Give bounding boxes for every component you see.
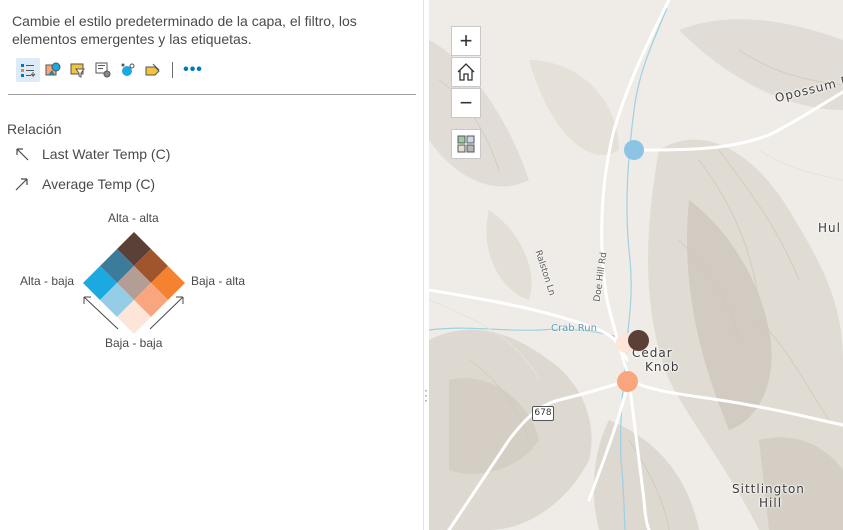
clustering-button[interactable]	[116, 58, 140, 82]
labels-icon	[145, 63, 160, 76]
styles-icon	[45, 62, 61, 76]
basemap-gallery-button[interactable]	[451, 129, 481, 159]
clustering-icon	[121, 63, 135, 76]
legend-field-1: Last Water Temp (C)	[14, 146, 170, 162]
styles-button[interactable]	[41, 58, 65, 82]
toolbar-separator	[172, 62, 173, 78]
zoom-in-icon: +	[459, 28, 473, 53]
zoom-out-icon: −	[459, 90, 473, 115]
legend-list-icon	[21, 64, 36, 78]
map-basemap	[429, 0, 843, 530]
arrow-up-left-icon	[16, 148, 29, 161]
arrow-up-right-icon	[15, 178, 28, 191]
legend-color-grid	[83, 232, 185, 334]
legend-field-2: Average Temp (C)	[14, 176, 155, 192]
panel-divider	[8, 94, 416, 95]
home-button[interactable]	[451, 57, 481, 87]
legend-list-button[interactable]	[16, 58, 40, 82]
map-view[interactable]: + − Ralston Ln Doe Hill Rd Crab Run 678 …	[429, 0, 843, 530]
filter-icon	[70, 63, 85, 78]
zoom-out-button[interactable]: −	[451, 88, 481, 118]
relationship-title: Relación	[7, 121, 62, 137]
place-label-knob: Knob	[645, 360, 680, 374]
more-options-button[interactable]: •••	[181, 58, 205, 82]
legend-field-1-label: Last Water Temp (C)	[42, 146, 171, 162]
layer-style-panel: Cambie el estilo predeterminado de la ca…	[0, 0, 423, 530]
map-point-4[interactable]	[617, 371, 638, 392]
zoom-in-button[interactable]: +	[451, 26, 481, 56]
stream-label-crab-run: Crab Run	[551, 323, 597, 334]
style-toolbar: •••	[16, 58, 206, 82]
home-icon	[457, 63, 475, 81]
place-label-hul: Hul	[818, 221, 841, 235]
map-point-1[interactable]	[624, 140, 644, 160]
panel-description: Cambie el estilo predeterminado de la ca…	[12, 13, 357, 47]
relationship-legend: Alta - alta Alta - baja Baja - alta Baja…	[0, 205, 260, 355]
map-point-3[interactable]	[628, 330, 649, 351]
popups-icon	[95, 62, 111, 78]
legend-field-2-label: Average Temp (C)	[42, 176, 156, 192]
basemap-gallery-icon	[457, 135, 475, 153]
filter-button[interactable]	[66, 58, 90, 82]
route-shield: 678	[532, 406, 554, 421]
place-label-sittlington: Sittlington	[732, 482, 805, 496]
place-label-hill: Hill	[759, 496, 783, 510]
labels-button[interactable]	[141, 58, 165, 82]
popups-button[interactable]	[91, 58, 115, 82]
splitter-grip-icon[interactable]: · · ·	[424, 384, 428, 406]
